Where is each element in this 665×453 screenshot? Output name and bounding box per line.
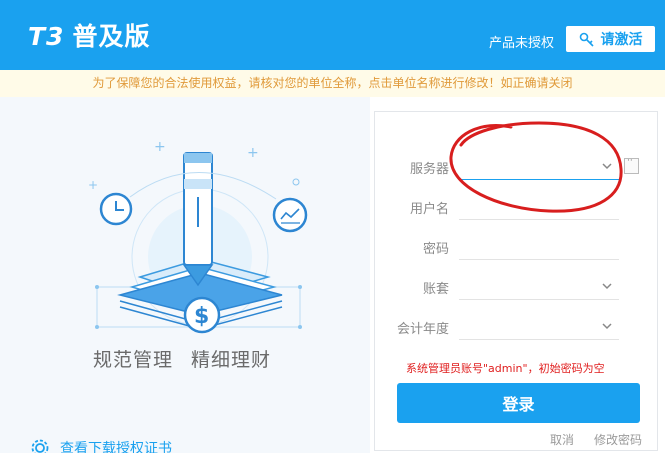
app-header: T3 普及版 产品未授权 请激活 [0,0,665,70]
activate-label: 请激活 [600,32,643,48]
logo-prefix: T3 [28,22,65,51]
account-select[interactable] [459,299,619,300]
account-field[interactable]: 账套 [375,266,659,306]
finance-illustration: + + + $ [88,139,308,334]
form-links: 取消 修改密码 [550,431,642,448]
change-password-link[interactable]: 修改密码 [594,433,642,447]
key-icon [579,32,594,47]
server-input[interactable] [459,179,619,180]
svg-text:+: + [88,178,98,192]
chevron-down-icon[interactable] [601,160,613,172]
username-input[interactable] [459,219,619,220]
left-panel: + + + $ 规范管理 精细理财 查看下载授权证书 [0,97,370,453]
username-field[interactable]: 用户名 [375,186,659,226]
svg-text:+: + [154,139,166,155]
chevron-down-icon[interactable] [601,280,613,292]
year-field[interactable]: 会计年度 [375,306,659,346]
notice-bar[interactable]: 为了保障您的合法使用权益，请核对您的单位全称，点击单位名称进行修改！如正确请关闭 [0,70,665,97]
year-select[interactable] [459,339,619,340]
license-status: 产品未授权 [489,36,555,51]
username-label: 用户名 [409,202,449,217]
gear-icon [31,439,49,453]
password-label: 密码 [422,242,449,257]
svg-text:+: + [247,145,259,161]
cancel-link[interactable]: 取消 [550,433,574,447]
help-link[interactable]: 查看下载授权证书 [30,438,172,453]
slogan-part-2: 精细理财 [191,349,272,371]
login-panel: 服务器 用户名 密码 账套 会计年度 系统管理员账号"admin"，初始密码为空… [374,111,658,451]
help-link-label: 查看下载授权证书 [60,441,172,453]
activate-button[interactable]: 请激活 [566,26,655,52]
year-label: 会计年度 [396,322,449,337]
svg-text:$: $ [194,304,209,329]
login-button[interactable]: 登录 [397,383,640,423]
admin-tip: 系统管理员账号"admin"，初始密码为空 [406,362,605,375]
chevron-down-icon[interactable] [601,320,613,332]
logo-text: 普及版 [72,22,151,51]
server-browse-button[interactable] [624,156,639,174]
app-logo: T3 普及版 [28,17,150,53]
server-field[interactable]: 服务器 [375,146,659,186]
password-input[interactable] [459,259,619,260]
server-label: 服务器 [409,162,449,177]
account-label: 账套 [422,282,449,297]
slogan-part-1: 规范管理 [93,349,174,371]
password-field[interactable]: 密码 [375,226,659,266]
slogan: 规范管理 精细理财 [93,345,289,372]
